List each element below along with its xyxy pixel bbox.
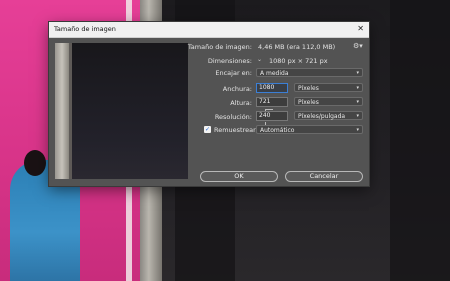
person-head (24, 150, 46, 176)
title-bar: Tamaño de imagen ✕ (49, 22, 369, 38)
height-unit-select[interactable]: Píxeles ▾ (294, 97, 363, 106)
width-input[interactable]: 1080 (256, 83, 288, 93)
height-input[interactable]: 721 (256, 97, 288, 107)
close-icon[interactable]: ✕ (357, 24, 364, 34)
image-size-dialog: Tamaño de imagen ✕ Tamaño de imagen: 4,4… (49, 22, 369, 186)
height-unit: Píxeles (298, 99, 319, 106)
tree-silhouette (390, 0, 450, 281)
dimensions-value: 1080 px × 721 px (269, 57, 328, 65)
resample-checkbox[interactable]: ✓ (204, 126, 211, 133)
image-size-value: 4,46 MB (era 112,0 MB) (258, 43, 336, 51)
resolution-label: Resolución: (214, 113, 252, 121)
gear-icon[interactable]: ⚙▾ (353, 42, 363, 50)
chevron-down-icon: ▾ (356, 99, 359, 105)
cancel-button[interactable]: Cancelar (285, 171, 363, 182)
resolution-input[interactable]: 240 (256, 111, 288, 121)
resample-label: Remuestrear: (214, 126, 258, 134)
image-size-label: Tamaño de imagen: (187, 43, 252, 51)
chevron-down-icon[interactable]: ⌄ (257, 56, 262, 63)
fit-to-value: A medida (260, 70, 289, 77)
dialog-title: Tamaño de imagen (54, 25, 116, 33)
resolution-unit: Píxeles/pulgada (298, 113, 346, 120)
chevron-down-icon: ▾ (356, 85, 359, 91)
preview-content (72, 43, 188, 179)
width-unit-select[interactable]: Píxeles ▾ (294, 83, 363, 92)
ok-button[interactable]: OK (200, 171, 278, 182)
image-preview[interactable] (55, 43, 188, 179)
resample-value: Automático (260, 127, 295, 134)
chevron-down-icon: ▾ (356, 127, 359, 133)
chevron-down-icon: ▾ (356, 70, 359, 76)
resolution-unit-select[interactable]: Píxeles/pulgada ▾ (294, 111, 363, 120)
dimensions-label: Dimensiones: (207, 57, 252, 65)
width-unit: Píxeles (298, 85, 319, 92)
height-label: Altura: (230, 99, 252, 107)
fit-to-label: Encajar en: (215, 69, 252, 77)
fit-to-select[interactable]: A medida ▾ (256, 68, 363, 77)
chevron-down-icon: ▾ (356, 113, 359, 119)
width-label: Anchura: (222, 85, 252, 93)
preview-strip (55, 43, 69, 179)
resample-select[interactable]: Automático ▾ (256, 125, 363, 134)
